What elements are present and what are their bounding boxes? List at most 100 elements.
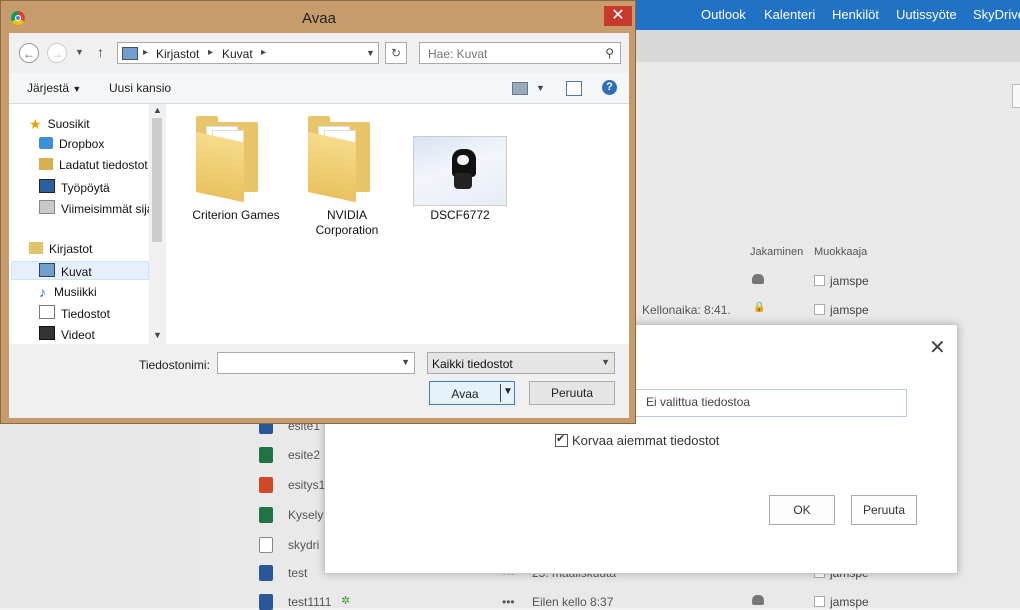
modified-cell: Eilen kello 8:37 [532,595,614,609]
folder-icon[interactable] [196,114,258,203]
nav-skydrive[interactable]: SkyDrive [973,7,1020,22]
row-checkbox[interactable] [814,304,825,315]
folder-icon[interactable] [308,114,370,203]
nav-newsfeed[interactable]: Uutissyöte [896,7,957,22]
breadcrumb-libraries[interactable]: Kirjastot [156,47,199,61]
cancel-button[interactable]: Peruuta [851,495,917,525]
shared-people-icon [752,274,764,284]
scroll-up-icon[interactable]: ▲ [153,105,162,115]
tree-dropbox[interactable]: Dropbox [39,137,104,151]
tree-downloads[interactable]: Ladatut tiedostot [39,158,148,172]
tree-documents[interactable]: Tiedostot [39,305,110,321]
pictures-library-icon [122,47,138,60]
file-name-kysely[interactable]: Kysely [288,508,323,522]
view-chevron-down-icon[interactable]: ▼ [536,83,545,93]
excel-icon [259,447,273,463]
dropbox-icon [39,137,53,149]
breadcrumb-separator-icon[interactable]: ▸ [261,47,266,58]
editor-cell: jamspe [814,303,869,317]
organize-button[interactable]: Järjestä ▼ [27,81,81,95]
open-button[interactable]: Avaa ▼ [429,381,515,405]
overwrite-label: Korvaa aiemmat tiedostot [572,433,720,448]
file-status-text: Ei valittua tiedostoa [646,395,751,409]
search-input[interactable] [426,46,600,62]
chevron-down-icon: ▼ [72,84,82,94]
back-arrow-icon[interactable]: ← [19,43,39,63]
recent-chevron-down-icon[interactable]: ▼ [75,47,84,57]
column-editor[interactable]: Muokkaaja [814,246,867,258]
recent-places-icon [39,200,55,214]
dialog-cancel-button[interactable]: Peruuta [529,381,615,405]
tree-recent[interactable]: Viimeisimmät sija [39,200,153,216]
filetype-select[interactable]: Kaikki tiedostot ▼ [427,352,615,374]
row-checkbox[interactable] [814,275,825,286]
breadcrumb-pictures[interactable]: Kuvat [222,47,253,61]
overwrite-option[interactable]: Korvaa aiemmat tiedostot [555,432,720,448]
address-chevron-down-icon[interactable]: ▼ [366,48,375,58]
search-icon[interactable]: ⚲ [605,46,614,60]
view-icon[interactable] [512,82,528,95]
new-folder-button[interactable]: Uusi kansio [109,81,171,95]
tree-music[interactable]: ♪ Musiikki [39,284,97,300]
up-arrow-icon[interactable]: ↑ [97,44,104,60]
file-name-test[interactable]: test [288,566,307,580]
tree-pictures[interactable]: Kuvat [39,263,92,279]
shared-people-icon [752,595,764,605]
edge-button[interactable] [1012,84,1020,108]
ellipsis-menu[interactable]: ••• [502,595,515,609]
file-item-nvidia-corporation[interactable]: NVIDIA Corporation [302,208,392,238]
file-item-dscf6772[interactable]: DSCF6772 [413,208,507,223]
document-icon [259,537,273,553]
file-chooser[interactable]: sto Ei valittua tiedostoa [606,389,907,417]
filename-label: Tiedostonimi: [139,358,210,372]
file-name-skydri[interactable]: skydri [288,538,319,552]
excel-icon [259,507,273,523]
libraries-folder-icon [29,242,43,254]
close-icon[interactable]: ✕ [929,335,946,360]
open-options-chevron-down-icon[interactable]: ▼ [503,386,513,397]
preview-pane-icon[interactable] [566,81,582,96]
open-button-label: Avaa [451,387,479,401]
tree-libraries[interactable]: Kirjastot [29,242,92,256]
tree-desktop[interactable]: Työpöytä [39,179,110,195]
scrollbar-thumb[interactable] [152,118,162,242]
chevron-down-icon[interactable]: ▼ [401,357,410,367]
column-sharing[interactable]: Jakaminen [750,246,803,258]
forward-arrow-icon[interactable]: → [47,43,67,63]
pictures-icon [39,263,55,277]
puppy-body [454,173,472,189]
search-box[interactable]: ⚲ [419,42,621,64]
overwrite-checkbox[interactable] [555,432,568,447]
breadcrumb-separator-icon[interactable]: ▸ [208,47,213,58]
filetype-value: Kaikki tiedostot [432,357,513,371]
nav-outlook[interactable]: Outlook [701,7,746,22]
breadcrumb-separator-icon[interactable]: ▸ [143,47,148,58]
tree-videos[interactable]: Videot [39,326,95,342]
star-icon: ★ [29,116,42,132]
tree-favorites[interactable]: ★ Suosikit [29,116,90,132]
command-bar: Järjestä ▼ Uusi kansio ▼ ? [9,73,629,104]
videos-icon [39,326,55,340]
refresh-icon[interactable]: ↻ [385,42,407,64]
file-item-criterion-games[interactable]: Criterion Games [184,208,288,223]
scroll-down-icon[interactable]: ▼ [153,330,162,340]
address-bar[interactable]: ▸ Kirjastot ▸ Kuvat ▸ ▼ [117,42,379,64]
file-name-test1111[interactable]: test1111 [288,595,331,609]
new-item-icon: ✲ [341,595,351,607]
ok-button[interactable]: OK [769,495,835,525]
editor-cell: jamspe [814,274,869,288]
nav-scrollbar[interactable]: ▲ ▼ [149,104,165,344]
nav-people[interactable]: Henkilöt [832,7,879,22]
navigation-pane: ★ Suosikit Dropbox Ladatut tiedostot Työp… [9,104,165,344]
nav-calendar[interactable]: Kalenteri [764,7,815,22]
row-checkbox[interactable] [814,596,825,607]
file-name-esite2[interactable]: esite2 [288,448,320,462]
help-icon[interactable]: ? [602,80,617,95]
dialog-close-button[interactable]: ✕ [604,6,632,26]
chevron-down-icon[interactable]: ▼ [601,357,610,367]
powerpoint-icon [259,477,273,493]
split-divider [500,384,501,402]
image-thumbnail[interactable] [413,136,507,206]
file-name-esitys1[interactable]: esitys1 [288,478,325,492]
filename-input[interactable]: ▼ [217,352,415,374]
